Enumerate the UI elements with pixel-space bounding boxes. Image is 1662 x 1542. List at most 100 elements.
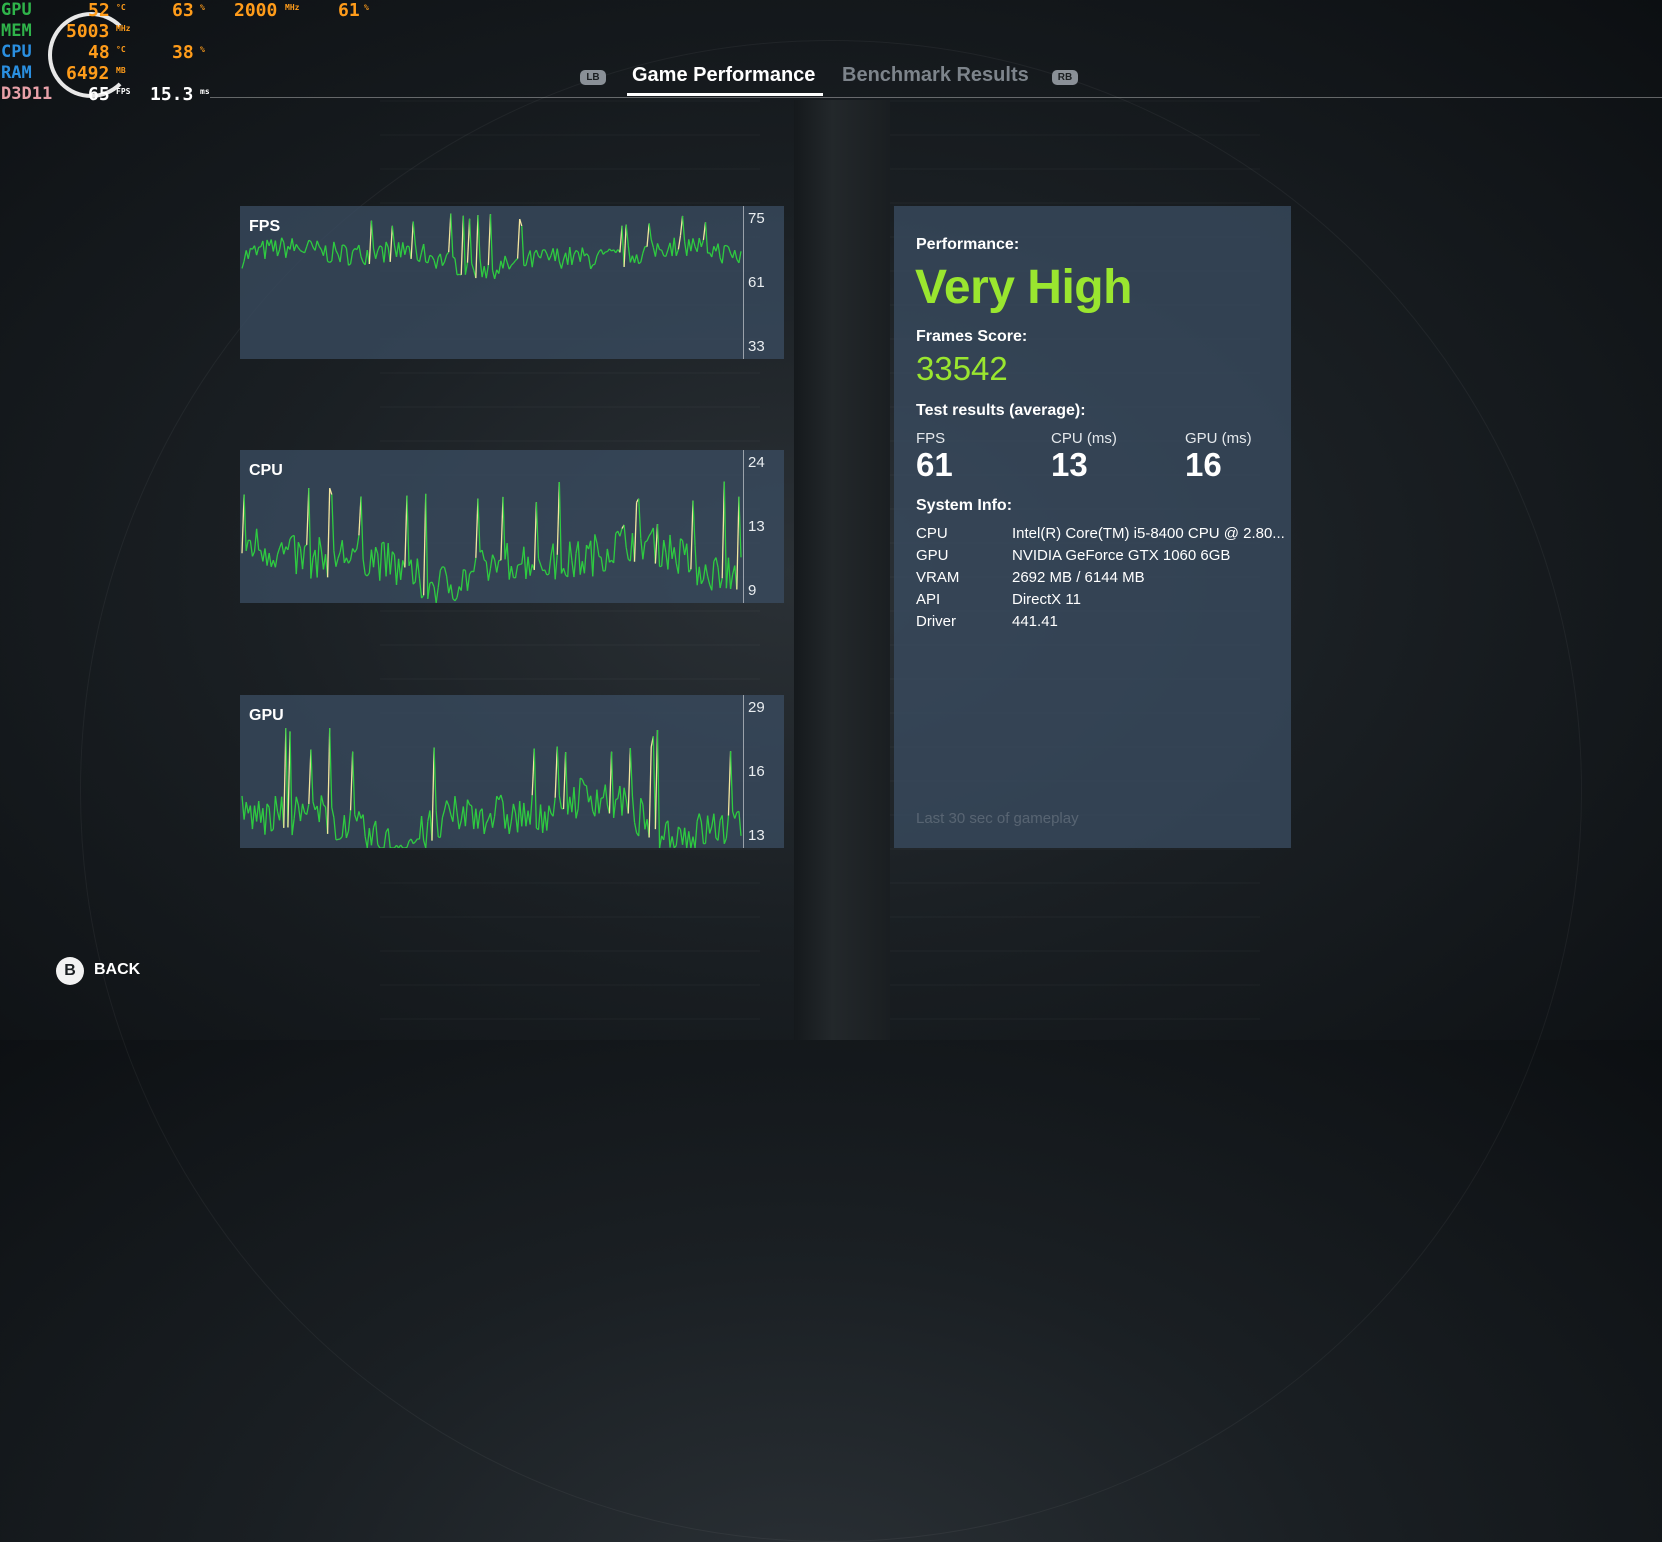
trace-segment [574, 250, 576, 254]
trace-segment [332, 807, 334, 817]
trace-segment [553, 544, 555, 580]
trace-segment [294, 244, 296, 251]
trace-segment [530, 795, 532, 824]
trace-segment [476, 499, 478, 558]
trace-segment [605, 549, 607, 571]
trace-segment [478, 499, 480, 553]
trace-segment [390, 552, 392, 575]
trace-segment [282, 542, 284, 554]
trace-segment [637, 254, 639, 263]
trace-segment [649, 223, 651, 239]
trace-segment [401, 242, 403, 257]
trace-segment [436, 257, 438, 268]
sys-driver-key: Driver [916, 613, 956, 630]
gpu-chart: GPU 29 16 13 [240, 695, 784, 848]
fps-chart-axis [743, 206, 744, 359]
trace-segment [305, 545, 307, 546]
trace-segment [330, 728, 332, 807]
tab-game-performance[interactable]: Game Performance [632, 64, 815, 87]
trace-segment [505, 256, 507, 262]
trace-segment [639, 499, 641, 539]
cpu-tick-min: 9 [748, 582, 756, 599]
trace-segment [597, 252, 599, 256]
trace-segment [547, 574, 549, 575]
trace-segment [482, 809, 484, 834]
sys-driver-value: 441.41 [1012, 613, 1058, 630]
fps-chart-plot [240, 206, 743, 359]
trace-segment [265, 548, 267, 565]
cpu-chart-plot [240, 450, 743, 603]
osd-api-label: D3D11 [1, 84, 52, 104]
trace-segment [509, 821, 511, 834]
trace-segment [447, 801, 449, 806]
trace-segment [490, 813, 492, 828]
trace-segment [265, 240, 267, 259]
trace-segment [277, 548, 279, 555]
b-button-icon: B [56, 957, 84, 985]
avg-gpu-label: GPU (ms) [1185, 430, 1252, 447]
trace-segment [275, 241, 277, 256]
trace-segment [426, 821, 428, 848]
trace-segment [332, 242, 334, 261]
trace-segment [557, 746, 559, 795]
trace-segment [334, 818, 336, 840]
trace-segment [714, 814, 716, 838]
trace-segment [607, 549, 609, 562]
trace-segment [392, 226, 394, 245]
trace-segment [591, 265, 593, 269]
trace-segment [376, 821, 378, 844]
trace-segment [413, 222, 415, 244]
trace-segment [493, 555, 495, 560]
trace-segment [670, 535, 672, 559]
trace-segment [706, 222, 708, 253]
trace-segment [244, 495, 246, 551]
trace-segment [643, 542, 645, 559]
cpu-tick-mid: 13 [748, 518, 765, 535]
trace-segment [311, 750, 313, 802]
trace-segment [300, 804, 302, 821]
trace-segment [574, 787, 576, 818]
gpu-tick-max: 29 [748, 699, 765, 716]
trace-segment [643, 247, 645, 254]
trace-segment [436, 811, 438, 837]
sys-cpu-value: Intel(R) Core(TM) i5-8400 CPU @ 2.80... [1012, 525, 1285, 542]
trace-segment [321, 795, 323, 804]
trace-segment [701, 240, 703, 247]
trace-segment [455, 796, 457, 812]
trace-segment [568, 542, 570, 577]
trace-segment [609, 249, 611, 251]
trace-segment [543, 812, 545, 833]
trace-segment [405, 246, 407, 255]
trace-segment [449, 805, 451, 814]
osd-gpu-fan-unit: % [364, 3, 369, 12]
trace-segment [440, 818, 442, 838]
trace-segment [595, 256, 597, 264]
trace-segment [657, 730, 659, 848]
trace-segment [620, 529, 622, 537]
trace-segment [601, 557, 603, 571]
trace-segment [614, 533, 616, 562]
trace-segment [549, 556, 551, 574]
trace-segment [495, 270, 497, 279]
trace-segment [706, 816, 708, 844]
trace-segment [593, 534, 595, 576]
trace-segment [426, 494, 428, 599]
trace-segment [678, 539, 680, 574]
trace-segment [488, 569, 490, 581]
trace-segment [353, 248, 355, 251]
osd-frametime: 15.3 [150, 84, 193, 105]
trace-segment [344, 245, 346, 248]
trace-segment [257, 529, 259, 550]
trace-segment [344, 815, 346, 838]
trace-segment [674, 238, 676, 256]
trace-segment [470, 571, 472, 574]
trace-segment [394, 555, 396, 585]
trace-segment [451, 214, 453, 257]
lb-bumper-icon[interactable]: LB [580, 70, 606, 85]
osd-fps: 65 [88, 84, 110, 105]
trace-segment [336, 558, 338, 566]
trace-segment [582, 779, 584, 784]
performance-label: Performance: [916, 236, 1019, 254]
rb-bumper-icon[interactable]: RB [1052, 70, 1078, 85]
tab-benchmark-results[interactable]: Benchmark Results [842, 64, 1029, 87]
